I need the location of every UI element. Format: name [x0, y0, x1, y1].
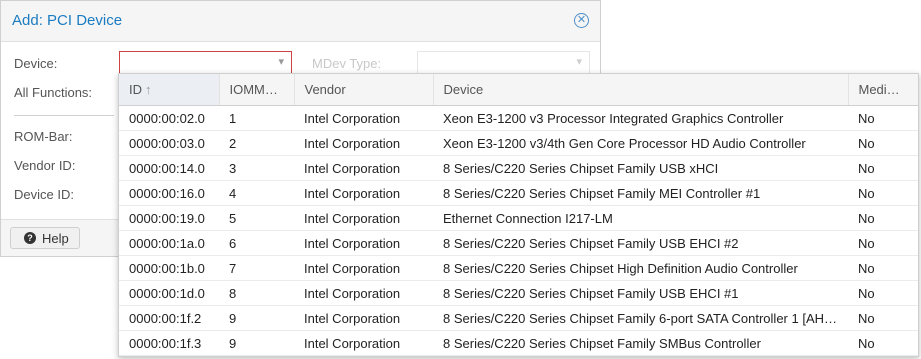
mediated-cell: No	[848, 180, 918, 206]
table-row[interactable]: 0000:00:14.0 3 Intel Corporation 8 Series/C…	[119, 155, 918, 181]
mediated-cell: No	[848, 230, 918, 256]
table-row[interactable]: 0000:00:19.0 5 Intel Corporation Ethernet C…	[119, 205, 918, 231]
column-header-label: IOMM…	[229, 82, 278, 97]
device-id-label: Device ID:	[14, 187, 74, 202]
vendor-cell: Intel Corporation	[294, 130, 433, 156]
mediated-cell: No	[848, 205, 918, 231]
iommu-cell: 5	[219, 205, 294, 231]
table-row[interactable]: 0000:00:1f.2 9 Intel Corporation 8 Series/C…	[119, 305, 918, 331]
mediated-cell: No	[848, 255, 918, 281]
close-icon[interactable]: ✕	[574, 13, 589, 28]
sort-ascending-icon: ↑	[145, 82, 152, 97]
id-cell: 0000:00:1b.0	[119, 255, 219, 281]
pci-device-picker: ID ↑ IOMM… Vendor Device Medi… 0000:00:02…	[118, 73, 919, 357]
id-cell: 0000:00:16.0	[119, 180, 219, 206]
device-combobox[interactable]: ▾	[119, 51, 292, 74]
mediated-cell: No	[848, 305, 918, 331]
device-cell: 8 Series/C220 Series Chipset Family USB …	[433, 280, 848, 306]
mediated-cell: No	[848, 105, 918, 131]
iommu-cell: 8	[219, 280, 294, 306]
iommu-cell: 4	[219, 180, 294, 206]
table-row[interactable]: 0000:00:16.0 4 Intel Corporation 8 Series/C…	[119, 180, 918, 206]
table-header-row: ID ↑ IOMM… Vendor Device Medi…	[119, 74, 918, 106]
device-cell: 8 Series/C220 Series Chipset Family MEI …	[433, 180, 848, 206]
column-header-device[interactable]: Device	[433, 74, 849, 106]
table-row[interactable]: 0000:00:03.0 2 Intel Corporation Xeon E3-12…	[119, 130, 918, 156]
mediated-cell: No	[848, 130, 918, 156]
vendor-cell: Intel Corporation	[294, 330, 433, 356]
column-header-label: Device	[443, 82, 484, 97]
vendor-cell: Intel Corporation	[294, 205, 433, 231]
table-row[interactable]: 0000:00:1d.0 8 Intel Corporation 8 Series/C…	[119, 280, 918, 306]
pci-device-table: ID ↑ IOMM… Vendor Device Medi… 0000:00:02…	[119, 74, 918, 356]
column-header-iommu[interactable]: IOMM…	[219, 74, 295, 106]
vendor-cell: Intel Corporation	[294, 180, 433, 206]
iommu-cell: 7	[219, 255, 294, 281]
id-cell: 0000:00:1d.0	[119, 280, 219, 306]
vendor-cell: Intel Corporation	[294, 230, 433, 256]
column-header-label: Medi…	[858, 82, 900, 97]
column-header-id[interactable]: ID ↑	[119, 74, 220, 106]
mdev-type-label: MDev Type:	[312, 56, 382, 71]
device-cell: 8 Series/C220 Series Chipset Family USB …	[433, 155, 848, 181]
mediated-cell: No	[848, 330, 918, 356]
id-cell: 0000:00:19.0	[119, 205, 219, 231]
vendor-cell: Intel Corporation	[294, 305, 433, 331]
id-cell: 0000:00:1a.0	[119, 230, 219, 256]
id-cell: 0000:00:02.0	[119, 105, 219, 131]
vendor-cell: Intel Corporation	[294, 155, 433, 181]
dialog-title: Add: PCI Device	[12, 12, 123, 29]
column-header-vendor[interactable]: Vendor	[294, 74, 434, 106]
id-cell: 0000:00:1f.2	[119, 305, 219, 331]
device-label: Device:	[14, 56, 58, 71]
mdev-type-combobox[interactable]: ▾	[417, 51, 590, 74]
chevron-down-icon[interactable]: ▾	[278, 55, 284, 68]
vendor-cell: Intel Corporation	[294, 255, 433, 281]
table-row[interactable]: 0000:00:1b.0 7 Intel Corporation 8 Series/C…	[119, 255, 918, 281]
device-cell: 8 Series/C220 Series Chipset Family USB …	[433, 230, 848, 256]
mediated-cell: No	[848, 280, 918, 306]
table-row[interactable]: 0000:00:02.0 1 Intel Corporation Xeon E3-12…	[119, 105, 918, 131]
table-row[interactable]: 0000:00:1a.0 6 Intel Corporation 8 Series/C…	[119, 230, 918, 256]
column-header-label: ID	[129, 82, 142, 97]
table-row[interactable]: 0000:00:1f.3 9 Intel Corporation 8 Series/C…	[119, 330, 918, 356]
table-body: 0000:00:02.0 1 Intel Corporation Xeon E3-12…	[119, 105, 918, 356]
iommu-cell: 9	[219, 305, 294, 331]
id-cell: 0000:00:1f.3	[119, 330, 219, 356]
iommu-cell: 2	[219, 130, 294, 156]
column-header-label: Vendor	[304, 82, 346, 97]
id-cell: 0000:00:03.0	[119, 130, 219, 156]
mediated-cell: No	[848, 155, 918, 181]
help-button[interactable]: ? Help	[10, 227, 80, 249]
id-cell: 0000:00:14.0	[119, 155, 219, 181]
device-cell: Ethernet Connection I217-LM	[433, 205, 848, 231]
column-header-mediated[interactable]: Medi…	[848, 74, 918, 106]
iommu-cell: 6	[219, 230, 294, 256]
vendor-cell: Intel Corporation	[294, 280, 433, 306]
iommu-cell: 1	[219, 105, 294, 131]
chevron-down-icon[interactable]: ▾	[576, 55, 582, 68]
rom-bar-label: ROM-Bar:	[14, 129, 73, 144]
vendor-cell: Intel Corporation	[294, 105, 433, 131]
device-cell: Xeon E3-1200 v3 Processor Integrated Gra…	[433, 105, 848, 131]
iommu-cell: 9	[219, 330, 294, 356]
all-functions-label: All Functions:	[14, 85, 93, 100]
help-button-label: Help	[42, 231, 69, 246]
dialog-header: Add: PCI Device ✕	[1, 1, 600, 42]
iommu-cell: 3	[219, 155, 294, 181]
device-cell: 8 Series/C220 Series Chipset Family 6-po…	[433, 305, 848, 331]
section-divider	[14, 115, 114, 116]
question-icon: ?	[24, 232, 36, 244]
device-cell: 8 Series/C220 Series Chipset High Defini…	[433, 255, 848, 281]
device-cell: 8 Series/C220 Series Chipset Family SMBu…	[433, 330, 848, 356]
vendor-id-label: Vendor ID:	[14, 158, 76, 173]
device-cell: Xeon E3-1200 v3/4th Gen Core Processor H…	[433, 130, 848, 156]
